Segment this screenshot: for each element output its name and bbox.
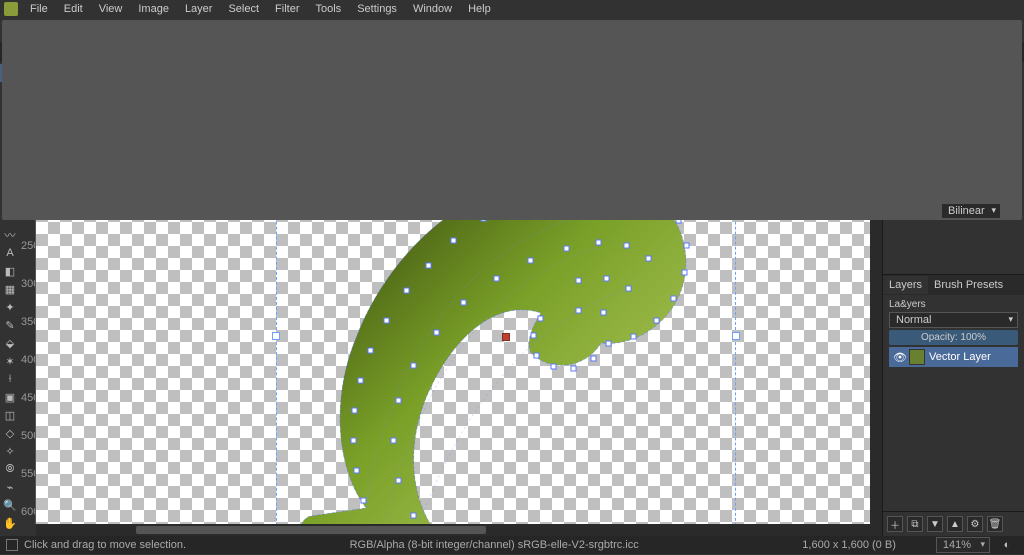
tool-fill[interactable]: ⬙	[0, 334, 20, 352]
menu-window[interactable]: Window	[405, 1, 460, 17]
menu-view[interactable]: View	[91, 1, 131, 17]
canvas-area: 400 450 500 550 600 650 700 750 800 850 …	[20, 62, 882, 536]
menu-filter[interactable]: Filter	[267, 1, 307, 17]
layer-duplicate-button[interactable]: ⧉	[907, 516, 923, 532]
tool-pattern[interactable]: ▦	[0, 280, 20, 298]
tool-assist[interactable]: ✶	[0, 352, 20, 370]
tool-select-magnetic[interactable]: ⌁	[0, 478, 20, 496]
layer-thumbnail	[909, 349, 925, 365]
status-bar: Click and drag to move selection. RGB/Al…	[0, 536, 1024, 554]
scrollbar-horizontal[interactable]	[36, 524, 882, 536]
selection-mask-checkbox[interactable]	[6, 539, 18, 551]
layer-name: Vector Layer	[929, 351, 991, 363]
menu-tools[interactable]: Tools	[308, 1, 350, 17]
status-hint: Click and drag to move selection.	[24, 539, 186, 551]
transform-pivot[interactable]	[502, 333, 510, 341]
layer-opacity-slider[interactable]: Opacity: 100%	[889, 330, 1018, 345]
layers-panel: Layers Brush Presets La&yers Normal Opac…	[883, 274, 1024, 536]
canvas-rotate-icon[interactable]: ◐	[996, 535, 1018, 555]
tool-zoom[interactable]: 🔍	[0, 496, 20, 514]
scrollbar-vertical[interactable]	[870, 78, 882, 524]
layers-title: La&yers	[889, 299, 1018, 310]
status-dimensions: 1,600 x 1,600 (0 B)	[802, 539, 896, 551]
layer-buttons: ＋ ⧉ ▼ ▲ ⚙ 🗑	[883, 511, 1024, 536]
tool-select-rect[interactable]: ▣	[0, 388, 20, 406]
menu-edit[interactable]: Edit	[56, 1, 91, 17]
layer-down-button[interactable]: ▼	[927, 516, 943, 532]
layer-add-button[interactable]: ＋	[887, 516, 903, 532]
menu-bar: File Edit View Image Layer Select Filter…	[0, 0, 1024, 18]
tab-brush-presets[interactable]: Brush Presets	[928, 276, 1009, 294]
handle-e[interactable]	[732, 332, 740, 340]
layer-delete-button[interactable]: 🗑	[987, 516, 1003, 532]
handle-w[interactable]	[272, 332, 280, 340]
tool-select-contig[interactable]: ✧	[0, 442, 20, 460]
tool-bezier[interactable]: 〰	[0, 226, 20, 244]
smoothing-dropdown[interactable]: Bilinear	[941, 203, 1001, 219]
tool-select-similar[interactable]: ◫	[0, 406, 20, 424]
layer-props-button[interactable]: ⚙	[967, 516, 983, 532]
tab-layers[interactable]: Layers	[883, 276, 928, 294]
tool-pan[interactable]: ✋	[0, 514, 20, 532]
menu-image[interactable]: Image	[130, 1, 177, 17]
tool-select-bezier[interactable]: ⦾	[0, 460, 20, 478]
tool-deform[interactable]: ✦	[0, 298, 20, 316]
layer-blend-dropdown[interactable]: Normal	[889, 312, 1018, 328]
menu-settings[interactable]: Settings	[349, 1, 405, 17]
menu-select[interactable]: Select	[220, 1, 267, 17]
tool-gradient[interactable]: ◧	[0, 262, 20, 280]
menu-layer[interactable]: Layer	[177, 1, 221, 17]
layer-up-button[interactable]: ▲	[947, 516, 963, 532]
app-icon	[4, 2, 18, 16]
layer-visibility-icon[interactable]: 👁	[893, 351, 905, 364]
menu-file[interactable]: File	[22, 1, 56, 17]
status-colorspace: RGB/Alpha (8-bit integer/channel) sRGB-e…	[350, 539, 639, 551]
tool-select-outline[interactable]: ◇	[0, 424, 20, 442]
tool-measure[interactable]: ⟊	[0, 370, 20, 388]
layer-row[interactable]: 👁 Vector Layer	[889, 347, 1018, 367]
tool-picker[interactable]: ✎	[0, 316, 20, 334]
tool-text[interactable]: A	[0, 244, 20, 262]
zoom-dropdown[interactable]: 141%	[936, 537, 990, 553]
menu-help[interactable]: Help	[460, 1, 499, 17]
